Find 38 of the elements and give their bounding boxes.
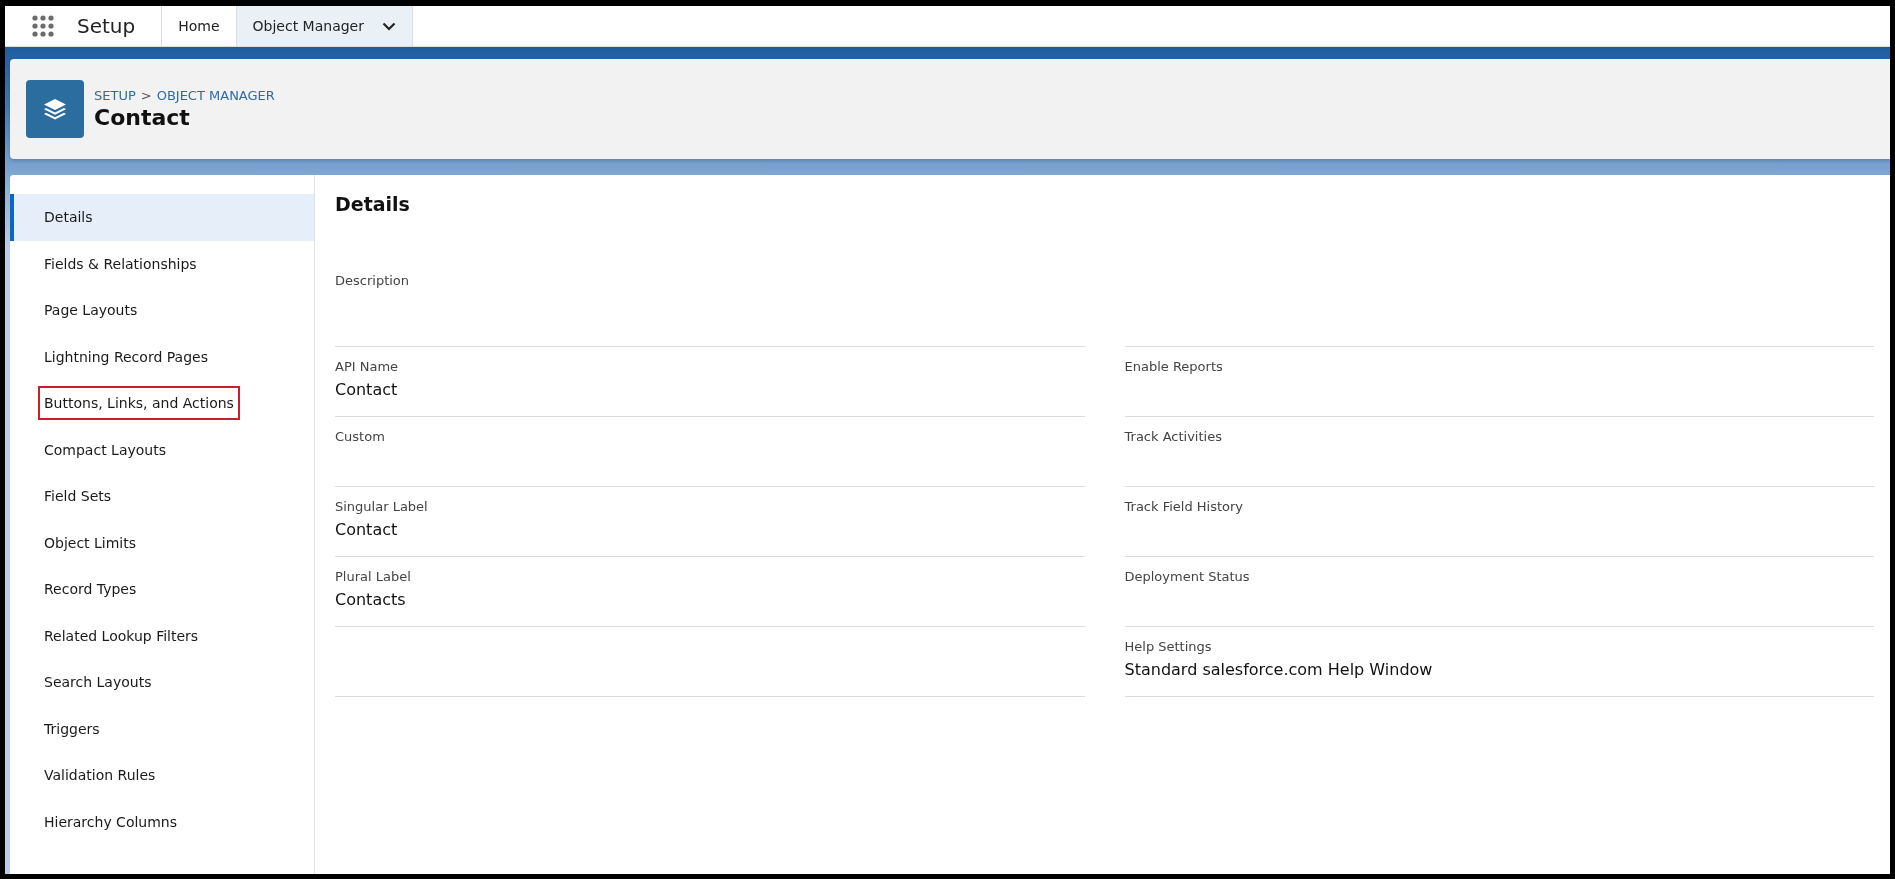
sidebar-item[interactable]: Fields & Relationships: [10, 240, 314, 287]
field-label: Enable Reports: [1124, 359, 1224, 374]
field-label: Deployment Status: [1124, 569, 1251, 584]
sidebar-item[interactable]: Details: [10, 194, 314, 241]
sidebar-item[interactable]: Page Layouts: [10, 287, 314, 334]
sidebar-item[interactable]: Related Lookup Filters: [10, 612, 314, 659]
field-label: Plural Label: [335, 569, 412, 584]
field-label: Custom: [335, 429, 386, 444]
field-value: Contact: [335, 520, 399, 539]
sidebar-item[interactable]: Search Layouts: [10, 659, 314, 706]
field-value: Standard salesforce.com Help Window: [1124, 660, 1434, 679]
field-label: Help Settings: [1124, 639, 1213, 654]
sidebar-item[interactable]: Lightning Record Pages: [10, 333, 314, 380]
breadcrumb-link[interactable]: SETUP: [94, 88, 136, 103]
field-value: Contacts: [335, 590, 407, 609]
field-label: Description: [335, 273, 411, 288]
breadcrumb-separator: >: [140, 88, 152, 103]
sidebar-item[interactable]: Field Sets: [10, 473, 314, 520]
sidebar-item[interactable]: Triggers: [10, 705, 314, 752]
field-label: Singular Label: [335, 499, 429, 514]
sidebar-item[interactable]: Hierarchy Columns: [10, 798, 314, 845]
field-label: Track Field History: [1124, 499, 1245, 514]
sidebar-item[interactable]: Validation Rules: [10, 752, 314, 799]
field-value: Contact: [335, 380, 399, 399]
sidebar-item[interactable]: Buttons, Links, and Actions: [10, 380, 314, 427]
nav-tab[interactable]: Object Manager: [235, 6, 413, 46]
breadcrumb-link[interactable]: OBJECT MANAGER: [156, 88, 275, 103]
sidebar-item[interactable]: Compact Layouts: [10, 426, 314, 473]
sidebar-item[interactable]: Object Limits: [10, 519, 314, 566]
section-title: Details: [335, 193, 411, 215]
app-name: Setup: [77, 14, 136, 38]
sidebar-item[interactable]: Record Types: [10, 566, 314, 613]
stacked-layers-icon: [26, 80, 84, 138]
page-title: Contact: [94, 105, 191, 130]
chevron-down-icon[interactable]: [382, 21, 396, 31]
app-launcher-icon[interactable]: [32, 15, 54, 37]
field-label: API Name: [335, 359, 400, 374]
field-label: Track Activities: [1124, 429, 1223, 444]
